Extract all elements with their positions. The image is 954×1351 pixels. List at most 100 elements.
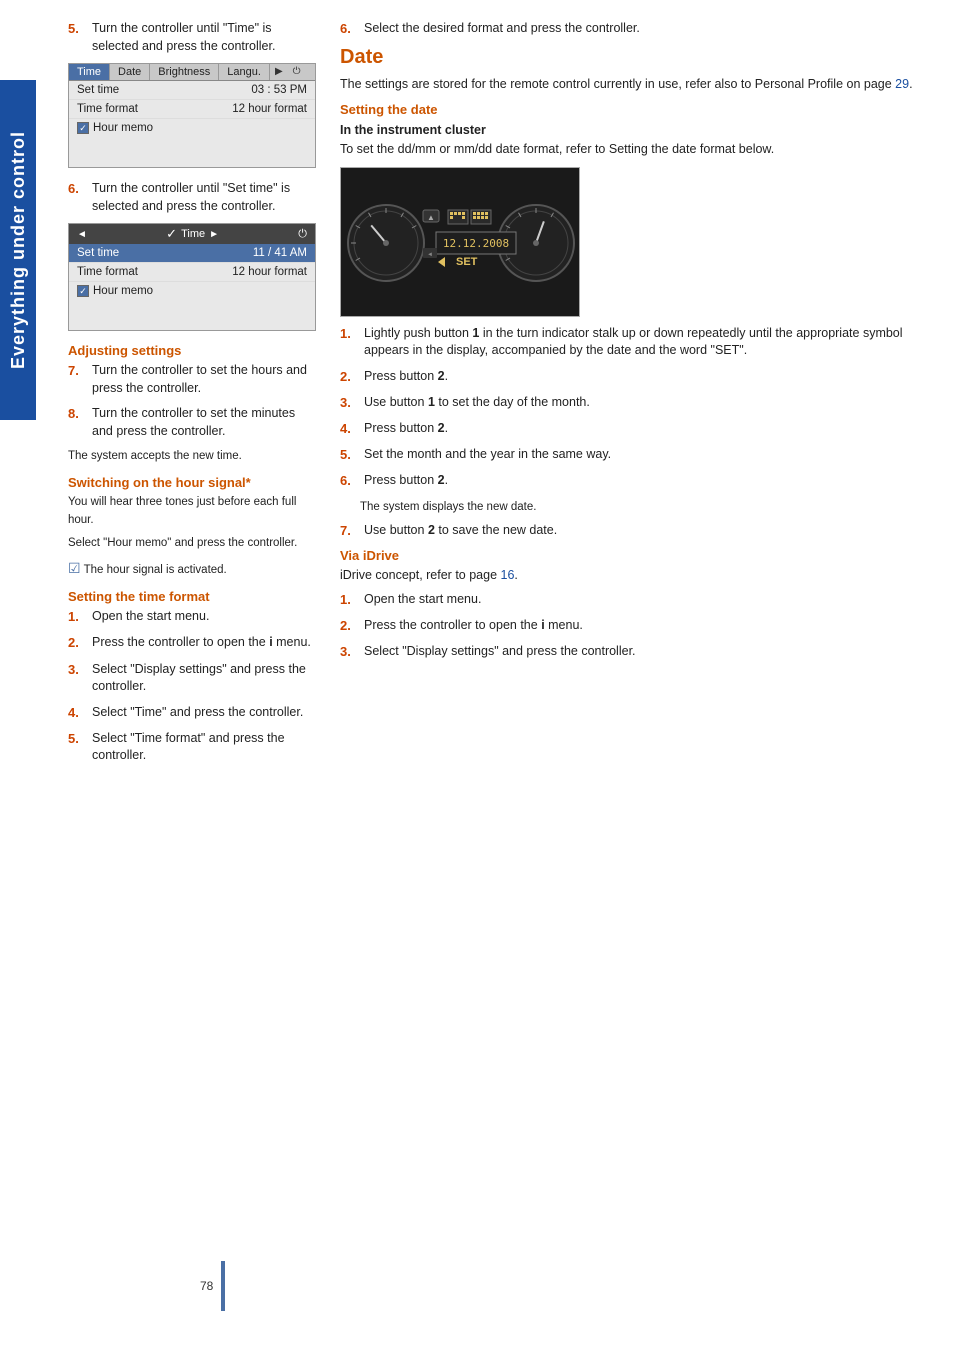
id-step-2-text: Press the controller to open the i menu. xyxy=(364,617,934,635)
system-displays-note: The system displays the new date. xyxy=(360,499,934,516)
tf-step-5: 5. Select "Time format" and press the co… xyxy=(68,730,316,765)
menu-header-bar: ◄ ✓ Time ► ⏻ xyxy=(69,224,315,244)
idrive-intro: iDrive concept, refer to page 16. xyxy=(340,566,934,585)
step-7: 7. Turn the controller to set the hours … xyxy=(68,362,316,397)
menu-row-timeformat-2: Time format 12 hour format xyxy=(69,263,315,282)
nav-left-icon: ◄ xyxy=(77,229,87,240)
hour-signal-para3: ☑ The hour signal is activated. xyxy=(68,558,316,579)
step-8-text: Turn the controller to set the minutes a… xyxy=(92,405,316,440)
tf-step-2-text: Press the controller to open the i menu. xyxy=(92,634,316,652)
in-cluster-subheading: In the instrument cluster xyxy=(340,123,934,137)
tab-arrow: ▶ xyxy=(270,64,288,80)
tf-step-1-text: Open the start menu. xyxy=(92,608,316,626)
cs-step-4-text: Press button 2. xyxy=(364,420,934,438)
svg-text:SET: SET xyxy=(456,256,478,268)
hour-signal-para2: Select "Hour memo" and press the control… xyxy=(68,535,316,552)
tf-step-4-num: 4. xyxy=(68,704,86,722)
tab-date[interactable]: Date xyxy=(110,64,150,80)
nav-right-icon: ► xyxy=(209,229,219,240)
time-format-heading: Setting the time format xyxy=(68,589,316,604)
tf-step-5-num: 5. xyxy=(68,730,86,765)
cs-step-6-text: Press button 2. xyxy=(364,472,934,490)
tf-step-5-text: Select "Time format" and press the contr… xyxy=(92,730,316,765)
cs-step-5-num: 5. xyxy=(340,446,358,464)
cs-step-1-text: Lightly push button 1 in the turn indica… xyxy=(364,325,934,360)
tf-step-4-text: Select "Time" and press the controller. xyxy=(92,704,316,722)
tf-step-3: 3. Select "Display settings" and press t… xyxy=(68,661,316,696)
setting-date-heading: Setting the date xyxy=(340,102,934,117)
tab-power: ⏻ xyxy=(288,64,306,80)
hour-memo-label: Hour memo xyxy=(93,122,153,134)
cluster-svg: ▲ xyxy=(341,168,580,317)
cs-step-2-text: Press button 2. xyxy=(364,368,934,386)
cs-step-2: 2. Press button 2. xyxy=(340,368,934,386)
cs-step-3-text: Use button 1 to set the day of the month… xyxy=(364,394,934,412)
menu-header-title: Time xyxy=(181,228,205,240)
tf-step-2-num: 2. xyxy=(68,634,86,652)
via-idrive-heading: Via iDrive xyxy=(340,548,934,563)
hour-memo-checkbox[interactable]: ✓ xyxy=(77,122,89,134)
tab-time[interactable]: Time xyxy=(69,64,110,80)
adjusting-settings-heading: Adjusting settings xyxy=(68,343,316,358)
id-step-3-text: Select "Display settings" and press the … xyxy=(364,643,934,661)
menu-hourmemo-row-2: ✓ Hour memo xyxy=(69,282,315,300)
cs-step-5-text: Set the month and the year in the same w… xyxy=(364,446,934,464)
step-6-left-num: 6. xyxy=(68,180,86,215)
tab-language[interactable]: Langu. xyxy=(219,64,270,80)
step-7-num: 7. xyxy=(68,362,86,397)
tf-step-2: 2. Press the controller to open the i me… xyxy=(68,634,316,652)
step-6-right-num: 6. xyxy=(340,20,358,38)
tf-step-3-num: 3. xyxy=(68,661,86,696)
system-accepts-note: The system accepts the new time. xyxy=(68,448,316,465)
cs-step-3: 3. Use button 1 to set the day of the mo… xyxy=(340,394,934,412)
tab-brightness[interactable]: Brightness xyxy=(150,64,219,80)
hour-memo-checkbox-2[interactable]: ✓ xyxy=(77,285,89,297)
cs-step-4-num: 4. xyxy=(340,420,358,438)
id-step-1: 1. Open the start menu. xyxy=(340,591,934,609)
step-5-text: Turn the controller until "Time" is sele… xyxy=(92,20,316,55)
cs-step-2-num: 2. xyxy=(340,368,358,386)
cs-step-3-num: 3. xyxy=(340,394,358,412)
id-step-1-num: 1. xyxy=(340,591,358,609)
cs-step-7-text: Use button 2 to save the new date. xyxy=(364,522,934,540)
cluster-image: ▲ xyxy=(340,167,580,317)
hour-memo-label-2: Hour memo xyxy=(93,285,153,297)
right-column: 6. Select the desired format and press t… xyxy=(340,20,934,773)
page-footer: 78 xyxy=(200,1261,225,1311)
sidebar-label: Everything under control xyxy=(0,80,36,420)
menu-screenshot-1: Time Date Brightness Langu. ▶ ⏻ Set time… xyxy=(68,63,316,168)
hour-signal-heading: Switching on the hour signal* xyxy=(68,475,316,490)
menu-hourmemo-row: ✓ Hour memo xyxy=(69,119,315,137)
cs-step-1-num: 1. xyxy=(340,325,358,360)
menu-tabs-1: Time Date Brightness Langu. ▶ ⏻ xyxy=(69,64,315,81)
id-step-2-num: 2. xyxy=(340,617,358,635)
cs-step-6: 6. Press button 2. xyxy=(340,472,934,490)
menu-row-settime: Set time 03 : 53 PM xyxy=(69,81,315,100)
tf-step-4: 4. Select "Time" and press the controlle… xyxy=(68,704,316,722)
step-6-left-text: Turn the controller until "Set time" is … xyxy=(92,180,316,215)
power-icon: ⏻ xyxy=(298,228,307,241)
id-step-3-num: 3. xyxy=(340,643,358,661)
tf-step-1-num: 1. xyxy=(68,608,86,626)
cs-step-6-num: 6. xyxy=(340,472,358,490)
page-bar xyxy=(221,1261,225,1311)
step-5: 5. Turn the controller until "Time" is s… xyxy=(68,20,316,55)
menu-row-settime-selected: Set time 11 / 41 AM xyxy=(69,244,315,263)
step-8: 8. Turn the controller to set the minute… xyxy=(68,405,316,440)
page-16-link[interactable]: 16 xyxy=(501,568,515,582)
svg-text:◄: ◄ xyxy=(427,252,433,258)
hour-signal-para1: You will hear three tones just before ea… xyxy=(68,494,316,529)
menu-header-center: ✓ Time ► xyxy=(166,226,219,242)
cs-step-5: 5. Set the month and the year in the sam… xyxy=(340,446,934,464)
menu-screenshot-2: ◄ ✓ Time ► ⏻ Set time 11 / 41 AM Time fo… xyxy=(68,223,316,331)
cs-step-7-num: 7. xyxy=(340,522,358,540)
page-29-link[interactable]: 29 xyxy=(895,77,909,91)
step-7-text: Turn the controller to set the hours and… xyxy=(92,362,316,397)
date-heading: Date xyxy=(340,46,934,69)
id-step-2: 2. Press the controller to open the i me… xyxy=(340,617,934,635)
page-number: 78 xyxy=(200,1279,213,1293)
id-step-1-text: Open the start menu. xyxy=(364,591,934,609)
step-5-num: 5. xyxy=(68,20,86,55)
svg-text:▲: ▲ xyxy=(427,213,435,222)
step-8-num: 8. xyxy=(68,405,86,440)
